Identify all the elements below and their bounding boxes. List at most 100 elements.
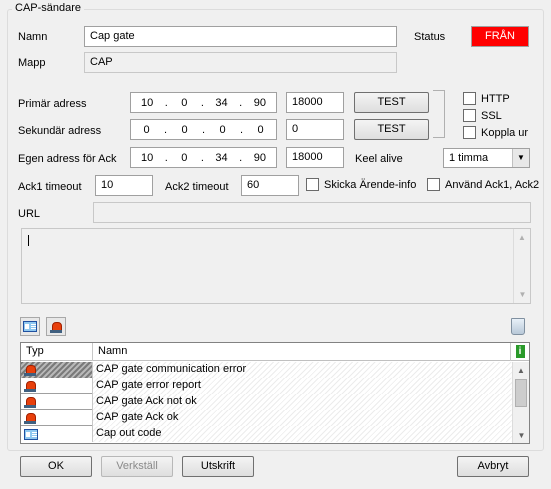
message-textarea[interactable]: ▲ ▼	[21, 228, 531, 304]
info-icon[interactable]: i	[511, 343, 529, 361]
primary-port-field[interactable]: 18000	[286, 92, 344, 113]
send-info-label: Skicka Ärende-info	[324, 178, 417, 191]
table-row[interactable]: CAP gate error report	[21, 377, 512, 394]
ip-octet: 34	[215, 96, 228, 109]
table-row[interactable]: CAP gate Ack ok	[21, 409, 512, 426]
own-port-field[interactable]: 18000	[286, 147, 344, 168]
group-title: CAP-sändare	[12, 2, 85, 14]
use-ack-checkbox[interactable]: Använd Ack1, Ack2	[427, 178, 539, 191]
row-type-cell	[21, 393, 93, 410]
table-row[interactable]: CAP gate communication error	[21, 361, 512, 378]
scroll-down-icon[interactable]: ▼	[514, 286, 531, 303]
card-icon	[23, 321, 37, 332]
textarea-scrollbar[interactable]: ▲ ▼	[513, 229, 530, 303]
own-ip-field[interactable]: 10. 0. 34. 90	[130, 147, 277, 168]
column-header-name[interactable]: Namn	[93, 343, 511, 361]
row-name-cell: CAP gate Ack ok	[93, 409, 512, 426]
checkbox-box[interactable]	[463, 92, 476, 105]
primary-ip-field[interactable]: 10. 0. 34. 90	[130, 92, 277, 113]
cancel-button[interactable]: Avbryt	[457, 456, 529, 477]
siren-icon	[24, 412, 36, 424]
http-label: HTTP	[481, 92, 510, 105]
keep-alive-label: Keel alive	[355, 153, 403, 165]
siren-icon	[24, 396, 36, 408]
checkbox-box[interactable]	[463, 109, 476, 122]
ack2-timeout-field[interactable]: 60	[241, 175, 299, 196]
url-label: URL	[18, 208, 41, 220]
disconnect-checkbox[interactable]: Koppla ur	[463, 126, 528, 139]
table-row[interactable]: Cap out code	[21, 426, 512, 442]
scroll-up-icon[interactable]: ▲	[514, 229, 530, 246]
table-scrollbar[interactable]: ▲ ▼	[512, 362, 529, 443]
apply-button[interactable]: Verkställ	[101, 456, 173, 477]
folder-field: CAP	[84, 52, 397, 73]
row-name-cell: Cap out code	[93, 426, 512, 442]
checkbox-box[interactable]	[427, 178, 440, 191]
ip-octet: 90	[253, 96, 266, 109]
keep-alive-value: 1 timma	[449, 152, 489, 164]
secondary-address-label: Sekundär adress	[18, 125, 102, 137]
http-checkbox[interactable]: HTTP	[463, 92, 510, 105]
disconnect-label: Koppla ur	[481, 126, 529, 139]
ack1-timeout-label: Ack1 timeout	[18, 181, 82, 193]
row-name-cell: CAP gate communication error	[93, 361, 512, 378]
primary-test-button[interactable]: TEST	[354, 92, 429, 113]
row-type-cell	[21, 377, 93, 394]
ip-octet: 0	[181, 123, 188, 136]
ack2-timeout-label: Ack2 timeout	[165, 181, 229, 193]
ip-octet: 10	[141, 151, 154, 164]
row-type-cell	[21, 361, 93, 378]
send-info-checkbox[interactable]: Skicka Ärende-info	[306, 178, 416, 191]
ip-octet: 0	[257, 123, 264, 136]
own-address-label: Egen adress för Ack	[18, 153, 117, 165]
bracket-divider	[433, 90, 445, 138]
add-code-button[interactable]	[20, 317, 40, 336]
row-name-cell: CAP gate error report	[93, 377, 512, 394]
checkbox-box[interactable]	[306, 178, 319, 191]
secondary-port-field[interactable]: 0	[286, 119, 344, 140]
table-header: Typ Namn i	[21, 343, 529, 361]
checkbox-box[interactable]	[463, 126, 476, 139]
recycle-bin-icon	[511, 317, 525, 335]
ip-octet: 90	[253, 151, 266, 164]
keep-alive-select[interactable]: 1 timma ▼	[443, 148, 530, 168]
siren-icon	[24, 364, 36, 376]
status-label: Status	[414, 31, 446, 43]
name-label: Namn	[18, 31, 48, 43]
ssl-label: SSL	[481, 109, 502, 122]
siren-icon	[24, 380, 36, 392]
text-cursor	[28, 235, 29, 246]
add-alarm-button[interactable]	[46, 317, 66, 336]
ip-octet: 10	[141, 96, 154, 109]
ip-octet: 0	[181, 96, 188, 109]
row-type-cell	[21, 409, 93, 426]
row-name-cell: CAP gate Ack not ok	[93, 393, 512, 410]
ack1-timeout-field[interactable]: 10	[95, 175, 153, 196]
name-field[interactable]: Cap gate	[84, 26, 397, 47]
column-header-type[interactable]: Typ	[21, 343, 93, 361]
folder-label: Mapp	[18, 57, 46, 69]
url-field	[93, 202, 531, 223]
siren-icon	[50, 321, 62, 333]
ip-octet: 0	[181, 151, 188, 164]
secondary-ip-field[interactable]: 0. 0. 0. 0	[130, 119, 277, 140]
use-ack-label: Använd Ack1, Ack2	[445, 178, 540, 191]
scroll-down-icon[interactable]: ▼	[513, 427, 529, 443]
print-button[interactable]: Utskrift	[182, 456, 254, 477]
row-type-cell	[21, 426, 93, 442]
table-row[interactable]: CAP gate Ack not ok	[21, 393, 512, 410]
event-table: Typ Namn i CAP gate communication error …	[20, 342, 530, 444]
recycle-bin-button[interactable]	[507, 315, 529, 337]
primary-address-label: Primär adress	[18, 98, 87, 110]
secondary-test-button[interactable]: TEST	[354, 119, 429, 140]
ip-octet: 34	[215, 151, 228, 164]
card-icon	[24, 428, 38, 440]
ip-octet: 0	[143, 123, 150, 136]
chevron-down-icon[interactable]: ▼	[512, 149, 529, 167]
ok-button[interactable]: OK	[20, 456, 92, 477]
scroll-up-icon[interactable]: ▲	[513, 362, 529, 379]
ip-octet: 0	[219, 123, 226, 136]
ssl-checkbox[interactable]: SSL	[463, 109, 502, 122]
scroll-thumb[interactable]	[515, 379, 527, 407]
status-badge: FRÅN	[471, 26, 529, 47]
